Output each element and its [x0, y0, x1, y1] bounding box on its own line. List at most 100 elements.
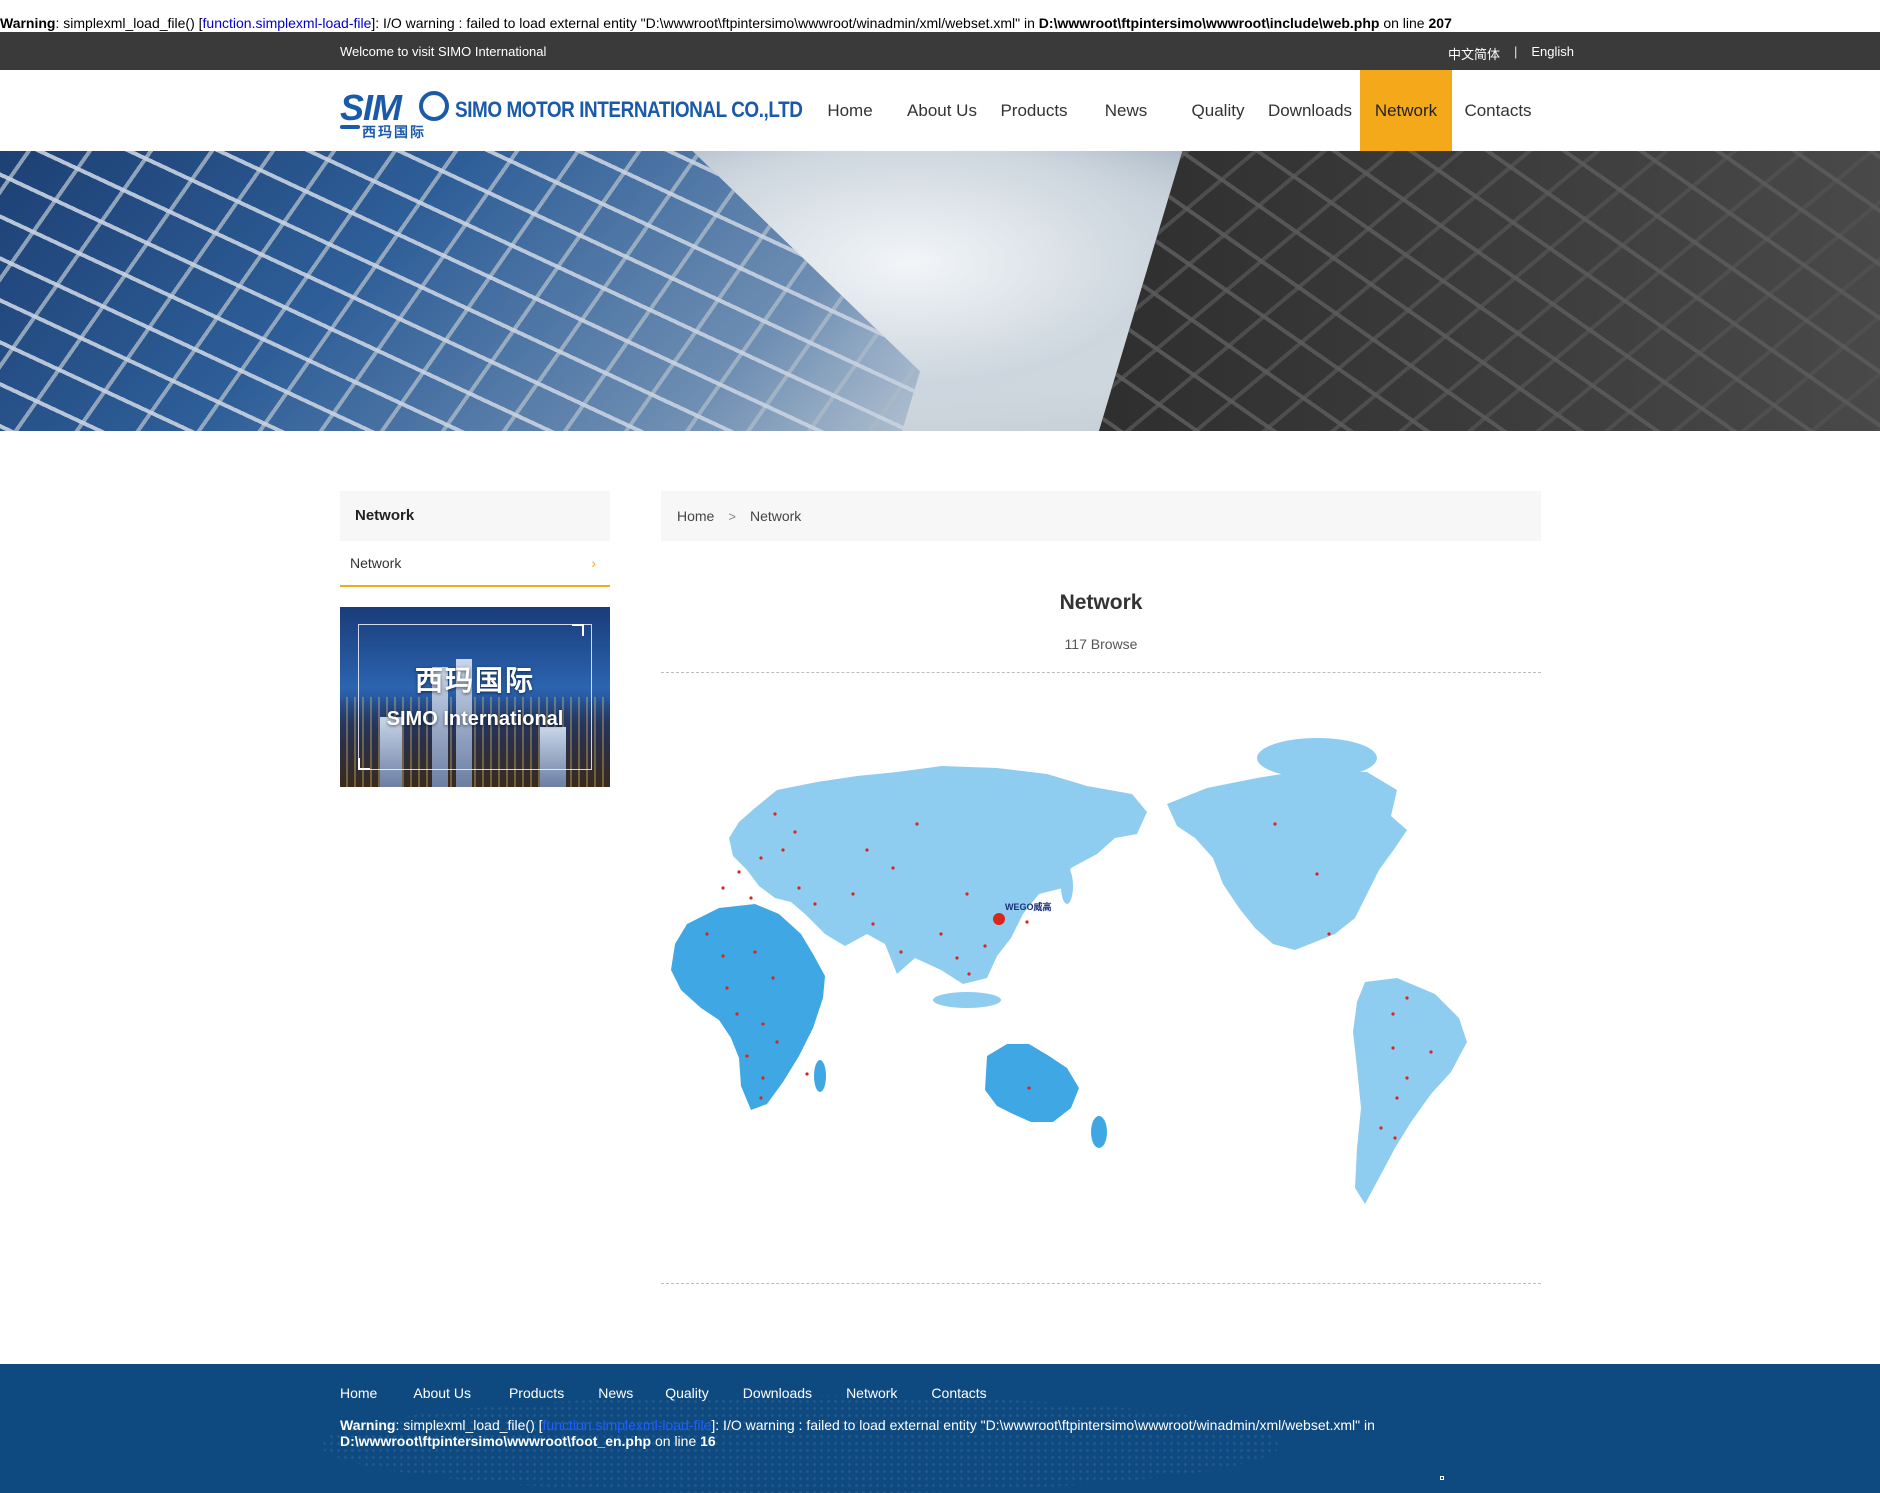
site-header: SIM 西玛国际 SIMO MOTOR INTERNATIONAL CO.,LT… — [0, 70, 1880, 151]
logo-company-name: SIMO MOTOR INTERNATIONAL CO.,LTD — [455, 97, 803, 122]
footer-nav-contacts[interactable]: Contacts — [931, 1385, 986, 1401]
network-dot — [1379, 1126, 1383, 1130]
warning-text: : simplexml_load_file() [ — [55, 15, 203, 31]
site-footer: Home About Us Products News Quality Downloads… — [0, 1364, 1880, 1493]
welcome-text: Welcome to visit SIMO International — [340, 44, 547, 59]
warning-text-mid: ]: I/O warning : failed to load external… — [371, 15, 1039, 31]
nav-about-us[interactable]: About Us — [892, 70, 992, 151]
warning-label: Warning — [340, 1417, 396, 1433]
network-dot — [721, 954, 725, 958]
network-dot — [813, 902, 817, 906]
map-region-new-zealand — [1091, 1116, 1107, 1148]
network-dot — [749, 896, 753, 900]
network-dot — [753, 950, 757, 954]
globe-icon — [419, 91, 449, 121]
network-dot — [705, 932, 709, 936]
map-brand-label: WEGO威高 — [1005, 901, 1052, 912]
network-dot — [761, 1076, 765, 1080]
network-dot — [1429, 1050, 1433, 1054]
nav-home[interactable]: Home — [808, 70, 892, 151]
nav-quality[interactable]: Quality — [1176, 70, 1260, 151]
site-logo[interactable]: SIM 西玛国际 SIMO MOTOR INTERNATIONAL CO.,LT… — [340, 87, 803, 140]
network-dot — [915, 822, 919, 826]
nav-products[interactable]: Products — [992, 70, 1076, 151]
network-dot — [1273, 822, 1277, 826]
footer-nav: Home About Us Products News Quality Downloads… — [340, 1385, 987, 1401]
network-dot — [745, 1054, 749, 1058]
warning-text: : simplexml_load_file() [ — [395, 1417, 543, 1433]
warning-label: Warning — [0, 15, 56, 31]
network-dot — [797, 886, 801, 890]
network-dot — [1027, 1086, 1031, 1090]
map-region-africa — [671, 904, 825, 1110]
nav-contacts[interactable]: Contacts — [1452, 70, 1544, 151]
warning-text-mid: ]: I/O warning : failed to load external… — [711, 1417, 1375, 1433]
network-dot — [1391, 1012, 1395, 1016]
network-dot — [1395, 1096, 1399, 1100]
map-region-japan — [1061, 868, 1073, 904]
sidebar-promo-banner[interactable]: 西玛国际 SIMO International — [340, 607, 610, 787]
network-dot — [1405, 1076, 1409, 1080]
warning-line: 207 — [1428, 15, 1452, 31]
map-region-north-america — [1167, 770, 1407, 950]
network-dot — [725, 986, 729, 990]
article-views: 117 Browse — [1064, 636, 1138, 652]
network-dot — [1393, 1136, 1397, 1140]
main-content: Home > Network Network 117 Browse WEGO威高 — [661, 491, 1541, 1284]
network-dot — [781, 848, 785, 852]
breadcrumb-home[interactable]: Home — [677, 508, 714, 524]
footer-nav-home[interactable]: Home — [340, 1385, 377, 1401]
php-warning-footer: Warning: simplexml_load_file() [function… — [340, 1417, 1390, 1449]
map-region-greenland — [1257, 738, 1377, 778]
warning-path: D:\wwwroot\ftpintersimo\wwwroot\include\… — [1038, 15, 1380, 31]
warning-online: on line — [651, 1433, 701, 1449]
map-region-australia — [985, 1044, 1079, 1122]
network-dot — [805, 1072, 809, 1076]
network-dot — [891, 866, 895, 870]
hq-marker[interactable] — [993, 913, 1005, 925]
footer-nav-quality[interactable]: Quality — [665, 1385, 709, 1401]
network-dot — [939, 932, 943, 936]
network-dot — [735, 1012, 739, 1016]
breadcrumb-current[interactable]: Network — [750, 508, 801, 524]
footer-nav-about-us[interactable]: About Us — [413, 1385, 471, 1401]
lang-english-link[interactable]: English — [1531, 44, 1574, 63]
network-dot — [759, 1096, 763, 1100]
warning-function-link[interactable]: function.simplexml-load-file — [543, 1417, 712, 1433]
logo-swoosh — [340, 125, 360, 129]
footer-nav-news[interactable]: News — [598, 1385, 633, 1401]
php-warning-top: Warning: simplexml_load_file() [function… — [0, 15, 1452, 31]
divider — [661, 672, 1541, 673]
network-dot — [955, 956, 959, 960]
network-dot — [773, 812, 777, 816]
network-dot — [1391, 1046, 1395, 1050]
warning-line: 16 — [700, 1433, 716, 1449]
network-dot — [775, 1040, 779, 1044]
footer-nav-products[interactable]: Products — [509, 1385, 564, 1401]
article-title: Network — [1059, 591, 1143, 614]
network-dot — [721, 886, 725, 890]
sidebar-title: Network — [340, 491, 610, 541]
nav-network[interactable]: Network — [1360, 70, 1452, 151]
lang-chinese-link[interactable]: 中文简体 — [1448, 44, 1500, 63]
nav-downloads[interactable]: Downloads — [1260, 70, 1360, 151]
sidebar-item-network[interactable]: Network › — [340, 541, 610, 587]
footer-nav-network[interactable]: Network — [846, 1385, 897, 1401]
promo-english-title: SIMO International — [386, 708, 564, 730]
network-dot — [1315, 872, 1319, 876]
banner-building-right — [1090, 151, 1880, 431]
network-dot — [965, 892, 969, 896]
warning-function-link[interactable]: function.simplexml-load-file — [203, 15, 372, 31]
network-dot — [983, 944, 987, 948]
map-region-south-america — [1353, 978, 1467, 1204]
world-network-map: WEGO威高 — [667, 738, 1513, 1228]
footer-nav-downloads[interactable]: Downloads — [743, 1385, 812, 1401]
top-bar: Welcome to visit SIMO International 中文简体… — [0, 32, 1880, 70]
network-dot — [737, 870, 741, 874]
network-dot — [1327, 932, 1331, 936]
network-dot — [759, 856, 763, 860]
network-dot — [871, 922, 875, 926]
network-dot — [793, 830, 797, 834]
nav-news[interactable]: News — [1076, 70, 1176, 151]
breadcrumb: Home > Network — [661, 491, 1541, 541]
